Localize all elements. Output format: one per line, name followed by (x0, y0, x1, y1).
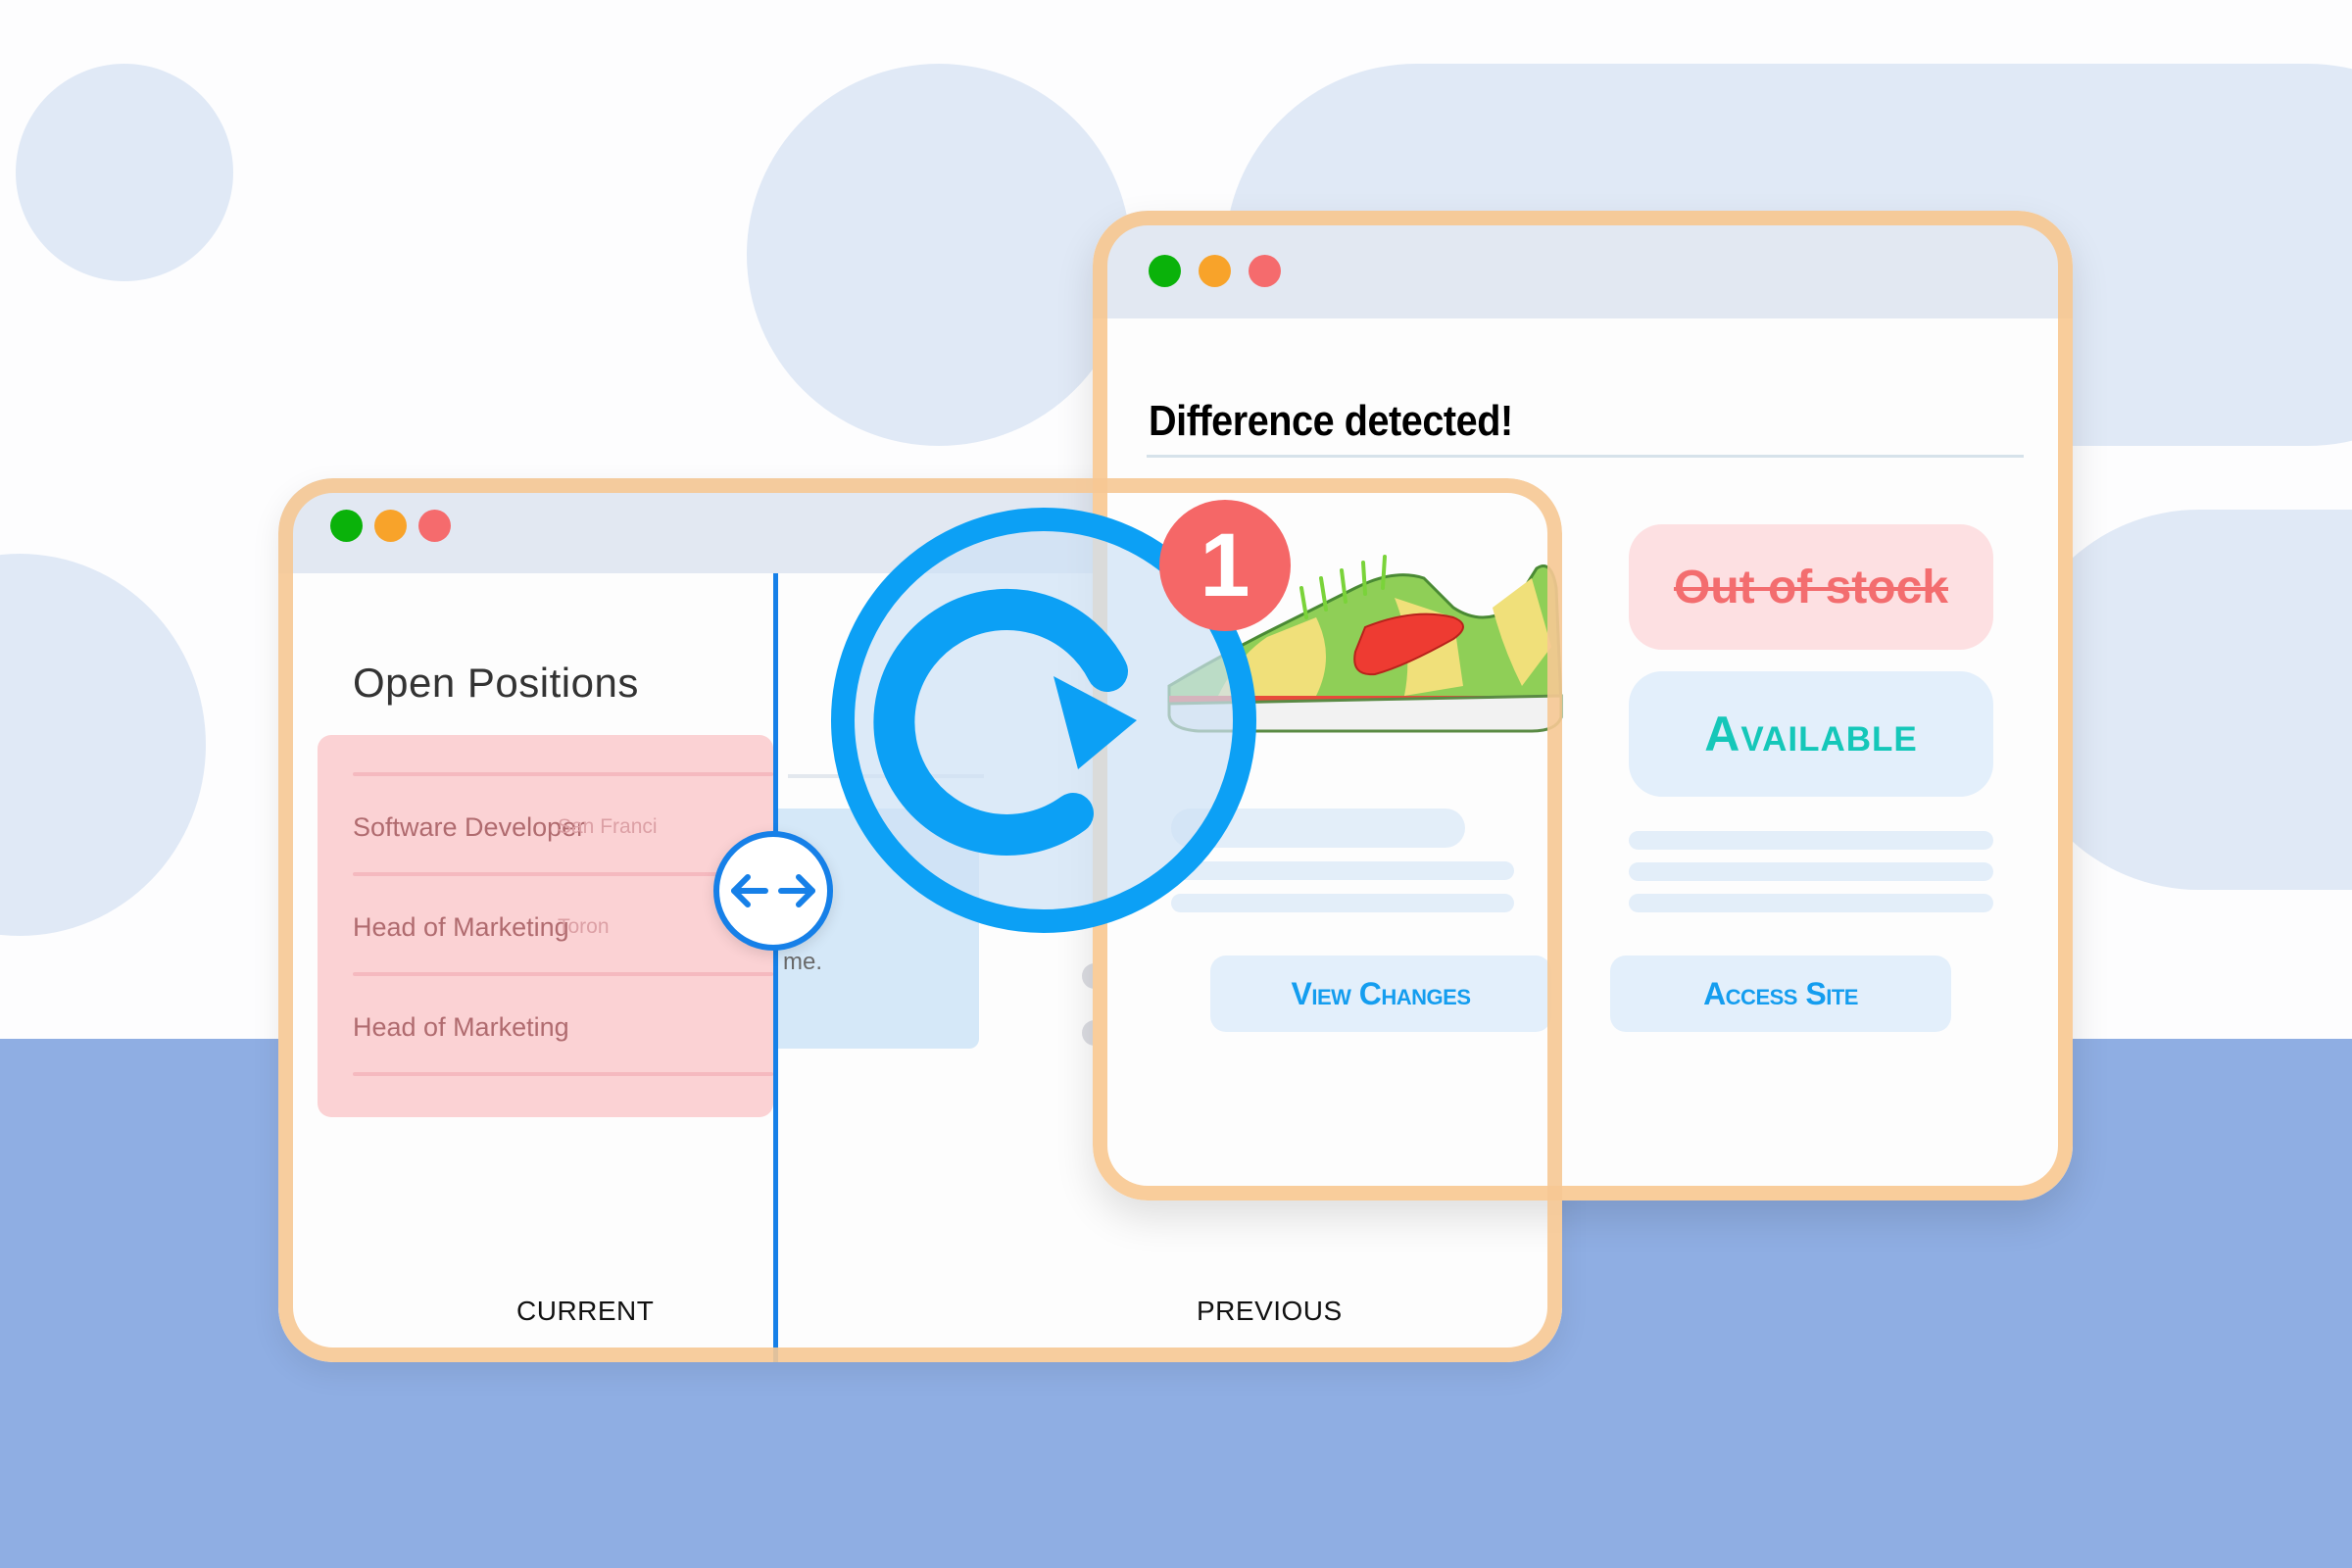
position-location: Toron (558, 915, 610, 938)
position-title[interactable]: Head of Marketing (353, 1012, 569, 1043)
window-dot-green[interactable] (330, 510, 363, 542)
bg-circle-left (0, 554, 206, 936)
row-divider (353, 872, 773, 876)
window-dot-red[interactable] (418, 510, 451, 542)
new-status-badge: Available (1629, 671, 1993, 797)
positions-list: Software Developer San Franci Head of Ma… (318, 735, 773, 1117)
row-divider (353, 972, 773, 976)
page-title: Open Positions (353, 660, 639, 706)
placeholder-line (1629, 894, 1993, 912)
position-location: San Franci (558, 815, 658, 838)
placeholder-line (1629, 831, 1993, 850)
window-dot-red[interactable] (1249, 255, 1281, 287)
window-dot-orange[interactable] (374, 510, 407, 542)
view-changes-button[interactable]: View Changes (1210, 956, 1551, 1032)
position-title[interactable]: Head of Marketing (353, 912, 569, 943)
change-count-badge: 1 (1159, 500, 1291, 631)
current-label: CURRENT (516, 1296, 655, 1326)
bg-circle-small (16, 64, 233, 281)
previous-label: PREVIOUS (1197, 1296, 1343, 1326)
title-divider (1147, 455, 2024, 458)
compare-divider[interactable] (773, 573, 778, 1362)
compare-slider-handle[interactable] (713, 831, 833, 951)
row-divider (353, 1072, 773, 1076)
alert-title: Difference detected! (1149, 397, 1513, 445)
window-dot-green[interactable] (1149, 255, 1181, 287)
access-site-button[interactable]: Access Site (1610, 956, 1951, 1032)
old-status-badge: Out of stock (1629, 524, 1993, 650)
bg-circle-medium (747, 64, 1131, 446)
window-dot-orange[interactable] (1199, 255, 1231, 287)
previous-snippet: me. (783, 949, 823, 975)
title-bar (1093, 211, 2073, 318)
placeholder-line (1629, 862, 1993, 881)
row-divider (353, 772, 773, 776)
position-title[interactable]: Software Developer (353, 812, 585, 843)
double-arrow-icon (731, 874, 815, 907)
